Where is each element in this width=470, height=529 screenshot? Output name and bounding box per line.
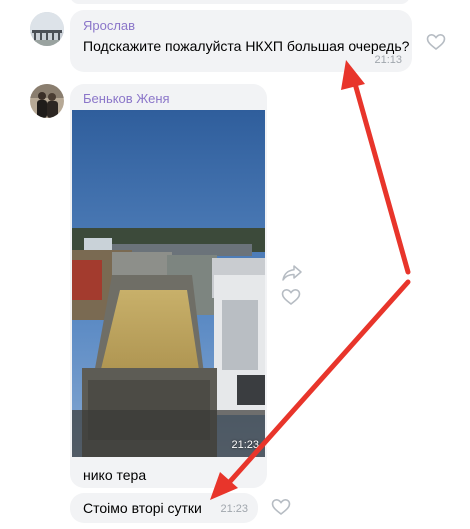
message-bubble-3: Стоімо вторі сутки 21:23 (70, 493, 258, 523)
avatar-yaroslav[interactable] (30, 12, 64, 46)
photo-attachment[interactable]: 21:23 (72, 110, 265, 457)
sender-name[interactable]: Беньков Женя (83, 91, 170, 106)
previous-message-bubble (70, 0, 410, 4)
avatar-benkov[interactable] (30, 84, 64, 118)
share-arrow-icon[interactable] (281, 264, 303, 282)
sender-name[interactable]: Ярослав (83, 18, 135, 33)
message-text: Подскажите пожалуйста НКХП большая очере… (83, 38, 410, 54)
heart-outline-icon[interactable] (281, 288, 301, 306)
message-time: 21:13 (374, 54, 402, 66)
message-text: Стоімо вторі сутки (83, 500, 202, 516)
message-time: 21:23 (220, 503, 248, 515)
photo-time: 21:23 (231, 439, 259, 451)
arrow-to-question (351, 77, 411, 275)
heart-outline-icon[interactable] (426, 33, 446, 51)
photo-caption: нико тера (83, 467, 147, 483)
heart-outline-icon[interactable] (271, 498, 291, 516)
message-bubble-1: Ярослав Подскажите пожалуйста НКХП больш… (70, 10, 412, 72)
